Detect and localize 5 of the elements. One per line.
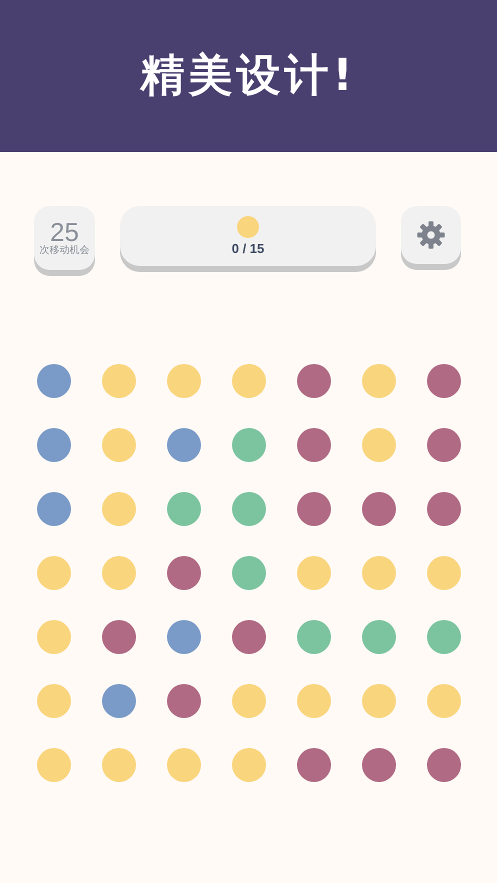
settings-button[interactable]: [401, 206, 461, 264]
moves-label: 次移动机会: [40, 245, 90, 257]
settings-icon: [416, 220, 446, 250]
moves-count: 25: [50, 219, 79, 245]
banner-title: 精美设计!: [140, 49, 357, 103]
